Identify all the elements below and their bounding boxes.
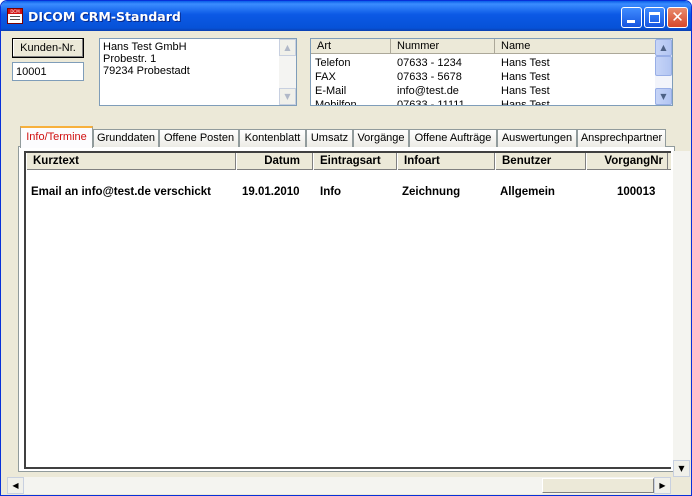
column-header-kurztext[interactable]: Kurztext [26, 153, 236, 170]
scroll-down-icon[interactable]: ▼ [673, 460, 690, 477]
grid-vertical-scrollbar[interactable]: ▼ [673, 151, 690, 477]
cell-eintragsart: Info [320, 186, 342, 198]
tab-vorgaenge[interactable]: Vorgänge [353, 129, 409, 147]
column-header-datum[interactable]: Datum [236, 153, 313, 170]
column-header-art[interactable]: Art [311, 39, 391, 54]
contact-art: E-Mail [315, 85, 347, 97]
scroll-up-icon[interactable]: ▲ [655, 39, 672, 56]
column-header-nummer[interactable]: Nummer [391, 39, 495, 54]
contact-nummer: info@test.de [397, 85, 459, 97]
scroll-down-icon[interactable]: ▼ [655, 88, 672, 105]
contact-row[interactable]: Mobilfon 07633 - 11111 Hans Test [311, 98, 657, 106]
contact-name: Hans Test [501, 85, 550, 97]
close-button[interactable]: ✕ [667, 7, 688, 28]
contact-nummer: 07633 - 1234 [397, 57, 462, 69]
tab-info-termine[interactable]: Info/Termine [20, 126, 93, 148]
customer-number-input[interactable] [12, 62, 84, 81]
cell-kurztext: Email an info@test.de verschickt [31, 186, 211, 198]
contact-rows: Telefon 07633 - 1234 Hans Test FAX 07633… [311, 56, 657, 106]
app-icon-label: DCM [8, 9, 22, 14]
column-header-infoart[interactable]: Infoart [397, 153, 495, 170]
minimize-icon [627, 20, 635, 23]
contact-nummer: 07633 - 5678 [397, 71, 462, 83]
grid-header: Kurztext Datum Eintragsart Infoart Benut… [26, 153, 671, 170]
contact-row[interactable]: FAX 07633 - 5678 Hans Test [311, 70, 657, 84]
address-line: Hans Test GmbH [103, 41, 187, 53]
maximize-icon [649, 12, 660, 23]
contact-name: Hans Test [501, 99, 550, 106]
contact-list[interactable]: Art Nummer Name Telefon 07633 - 1234 Han… [310, 38, 673, 106]
address-line: Probestr. 1 [103, 53, 157, 65]
tab-kontenblatt[interactable]: Kontenblatt [239, 129, 306, 147]
scroll-right-icon[interactable]: ▶ [654, 477, 671, 494]
customer-address-box[interactable]: Hans Test GmbH Probestr. 1 79234 Probest… [99, 38, 297, 106]
scroll-thumb[interactable] [655, 56, 672, 76]
column-header-vorgangnr[interactable]: VorgangNr [586, 153, 668, 170]
tab-offene-auftraege[interactable]: Offene Aufträge [409, 129, 497, 147]
tab-ansprechpartner[interactable]: Ansprechpartner [577, 129, 666, 147]
app-window: DCM DICOM CRM-Standard ✕ Kunden-Nr. Hans… [0, 0, 692, 496]
address-lines: Hans Test GmbH Probestr. 1 79234 Probest… [103, 41, 190, 77]
cell-infoart: Zeichnung [402, 186, 461, 198]
cell-vorgangnr: 100013 [617, 186, 656, 198]
maximize-button[interactable] [644, 7, 665, 28]
contact-name: Hans Test [501, 57, 550, 69]
column-header-eintragsart[interactable]: Eintragsart [313, 153, 397, 170]
column-header-name[interactable]: Name [495, 39, 657, 54]
column-header-benutzer[interactable]: Benutzer [495, 153, 586, 170]
table-row[interactable]: Email an info@test.de verschickt 19.01.2… [26, 182, 671, 202]
address-line: 79234 Probestadt [103, 65, 190, 77]
cell-benutzer: Allgemein [500, 186, 555, 198]
contact-row[interactable]: Telefon 07633 - 1234 Hans Test [311, 56, 657, 70]
contact-art: Telefon [315, 57, 351, 69]
info-grid[interactable]: Kurztext Datum Eintragsart Infoart Benut… [24, 151, 671, 469]
kunden-nr-button[interactable]: Kunden-Nr. [12, 38, 84, 58]
cell-datum: 19.01.2010 [242, 186, 300, 198]
scroll-down-icon[interactable]: ▼ [279, 88, 296, 105]
title-bar[interactable]: DCM DICOM CRM-Standard ✕ [1, 1, 691, 31]
minimize-button[interactable] [621, 7, 642, 28]
grid-horizontal-scrollbar[interactable]: ◀ ▶ [7, 477, 671, 494]
contact-art: FAX [315, 71, 336, 83]
tab-umsatz[interactable]: Umsatz [306, 129, 353, 147]
scroll-left-icon[interactable]: ◀ [7, 477, 24, 494]
contact-name: Hans Test [501, 71, 550, 83]
tab-auswertungen[interactable]: Auswertungen [497, 129, 577, 147]
contact-nummer: 07633 - 11111 [397, 99, 465, 106]
dicom-app-icon[interactable]: DCM [7, 8, 23, 24]
address-scrollbar[interactable]: ▲ ▼ [279, 39, 296, 105]
contact-row[interactable]: E-Mail info@test.de Hans Test [311, 84, 657, 98]
close-icon: ✕ [671, 8, 684, 26]
contact-list-scrollbar[interactable]: ▲ ▼ [655, 39, 672, 105]
tab-offene-posten[interactable]: Offene Posten [159, 129, 239, 147]
scroll-thumb[interactable] [542, 478, 654, 493]
contact-art: Mobilfon [315, 99, 357, 106]
window-title: DICOM CRM-Standard [28, 9, 181, 24]
contact-list-header: Art Nummer Name [311, 39, 657, 54]
tab-grunddaten[interactable]: Grunddaten [93, 129, 159, 147]
scroll-up-icon[interactable]: ▲ [279, 39, 296, 56]
